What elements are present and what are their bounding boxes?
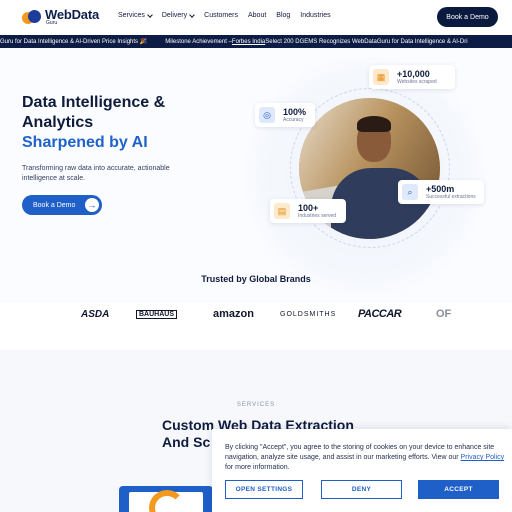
chart-icon: ▤ [274,203,290,219]
chevron-down-icon [147,11,153,18]
cookie-consent-banner: By clicking "Accept", you agree to the s… [212,429,512,512]
top-navigation: WebData Guru Services Delivery Customers… [0,0,512,34]
accept-button[interactable]: ACCEPT [418,480,499,499]
layout-icon: ▦ [373,69,389,85]
ticker-text-3: Select 200 DGEMS Recognizes WebDataGuru … [265,38,468,45]
main-menu: Services Delivery Customers About Blog I… [118,11,341,19]
hero-title-line: Data Intelligence & [22,94,166,111]
brand-logo-bauhaus: BAUHAUS [136,305,177,323]
menu-label: Industries [300,12,331,19]
cookie-text: for more information. [225,464,290,471]
stat-label: Websites scraped [397,79,437,85]
brand-logo-paccar: PACCAR [358,308,402,320]
menu-item-industries[interactable]: Industries [300,12,330,19]
brand-logo-asda: ASDA [81,308,110,320]
menu-label: Services [118,12,145,19]
stat-card-accuracy: ◎ 100% Accuracy [255,103,315,127]
menu-item-delivery[interactable]: Delivery [161,11,195,19]
privacy-policy-link[interactable]: Privacy Policy [461,454,505,461]
brand-logo-goldsmiths: GOLDSMITHS [280,310,337,318]
ticker-link[interactable]: Forbes India [232,39,265,45]
stat-value: +500m [426,184,455,194]
target-icon: ◎ [259,107,275,123]
logo-mark-icon [22,10,42,24]
search-icon: ⌕ [402,184,418,200]
menu-item-blog[interactable]: Blog [276,12,290,19]
menu-label: Blog [276,12,291,19]
stat-label: Industries served [298,213,337,219]
hero-description: Transforming raw data into accurate, act… [22,165,170,182]
stat-label: Accuracy [283,117,304,123]
services-eyebrow: SERVICES [236,402,276,408]
stat-value: +10,000 [397,69,430,79]
stat-value: 100% [283,107,307,117]
hero-title-line: Analytics [22,114,94,131]
service-card-illustration [119,486,213,512]
hero-section: Data Intelligence & Analytics Sharpened … [0,48,512,303]
brand-logo-text: BAUHAUS [136,309,177,319]
ticker-text-2: Milestone Achievement – [165,38,232,45]
stat-card-extractions: ⌕ +500m Successful extractions [398,180,484,204]
menu-item-customers[interactable]: Customers [204,12,238,19]
logo[interactable]: WebData Guru [22,8,99,26]
stat-card-industries: ▤ 100+ Industries served [270,199,346,223]
menu-label: Delivery [161,12,188,19]
announcement-ticker: Guru for Data Intelligence & AI-Driven P… [0,35,512,48]
arrow-right-icon: → [85,198,99,212]
stat-label: Successful extractions [426,194,476,200]
brand-logos: ASDA BAUHAUS amazon GOLDSMITHS PACCAR OF [0,305,512,325]
stat-card-websites: ▦ +10,000 Websites scraped [369,65,455,89]
button-label: Book a Demo [33,201,76,209]
cookie-text: By clicking "Accept", you agree to the s… [225,444,495,461]
brand-logo-amazon: amazon [213,308,254,320]
menu-item-services[interactable]: Services [118,11,153,19]
menu-item-about[interactable]: About [248,12,266,19]
cookie-message: By clicking "Accept", you agree to the s… [225,443,510,473]
ticker-text-1: Guru for Data Intelligence & AI-Driven P… [0,39,148,45]
book-demo-hero-button[interactable]: Book a Demo → [22,195,102,215]
book-demo-nav-button[interactable]: Book a Demo [437,7,498,27]
menu-label: About [247,12,267,19]
brand-logo-partial: OF [436,308,452,320]
trusted-brands-heading: Trusted by Global Brands [201,274,311,284]
open-settings-button[interactable]: OPEN SETTINGS [225,480,303,499]
deny-button[interactable]: DENY [321,480,402,499]
chevron-down-icon [189,11,195,18]
hero-title: Data Intelligence & Analytics Sharpened … [22,93,212,153]
stat-value: 100+ [298,203,319,213]
hero-title-highlight: Sharpened by AI [22,134,148,151]
menu-label: Customers [204,12,238,19]
